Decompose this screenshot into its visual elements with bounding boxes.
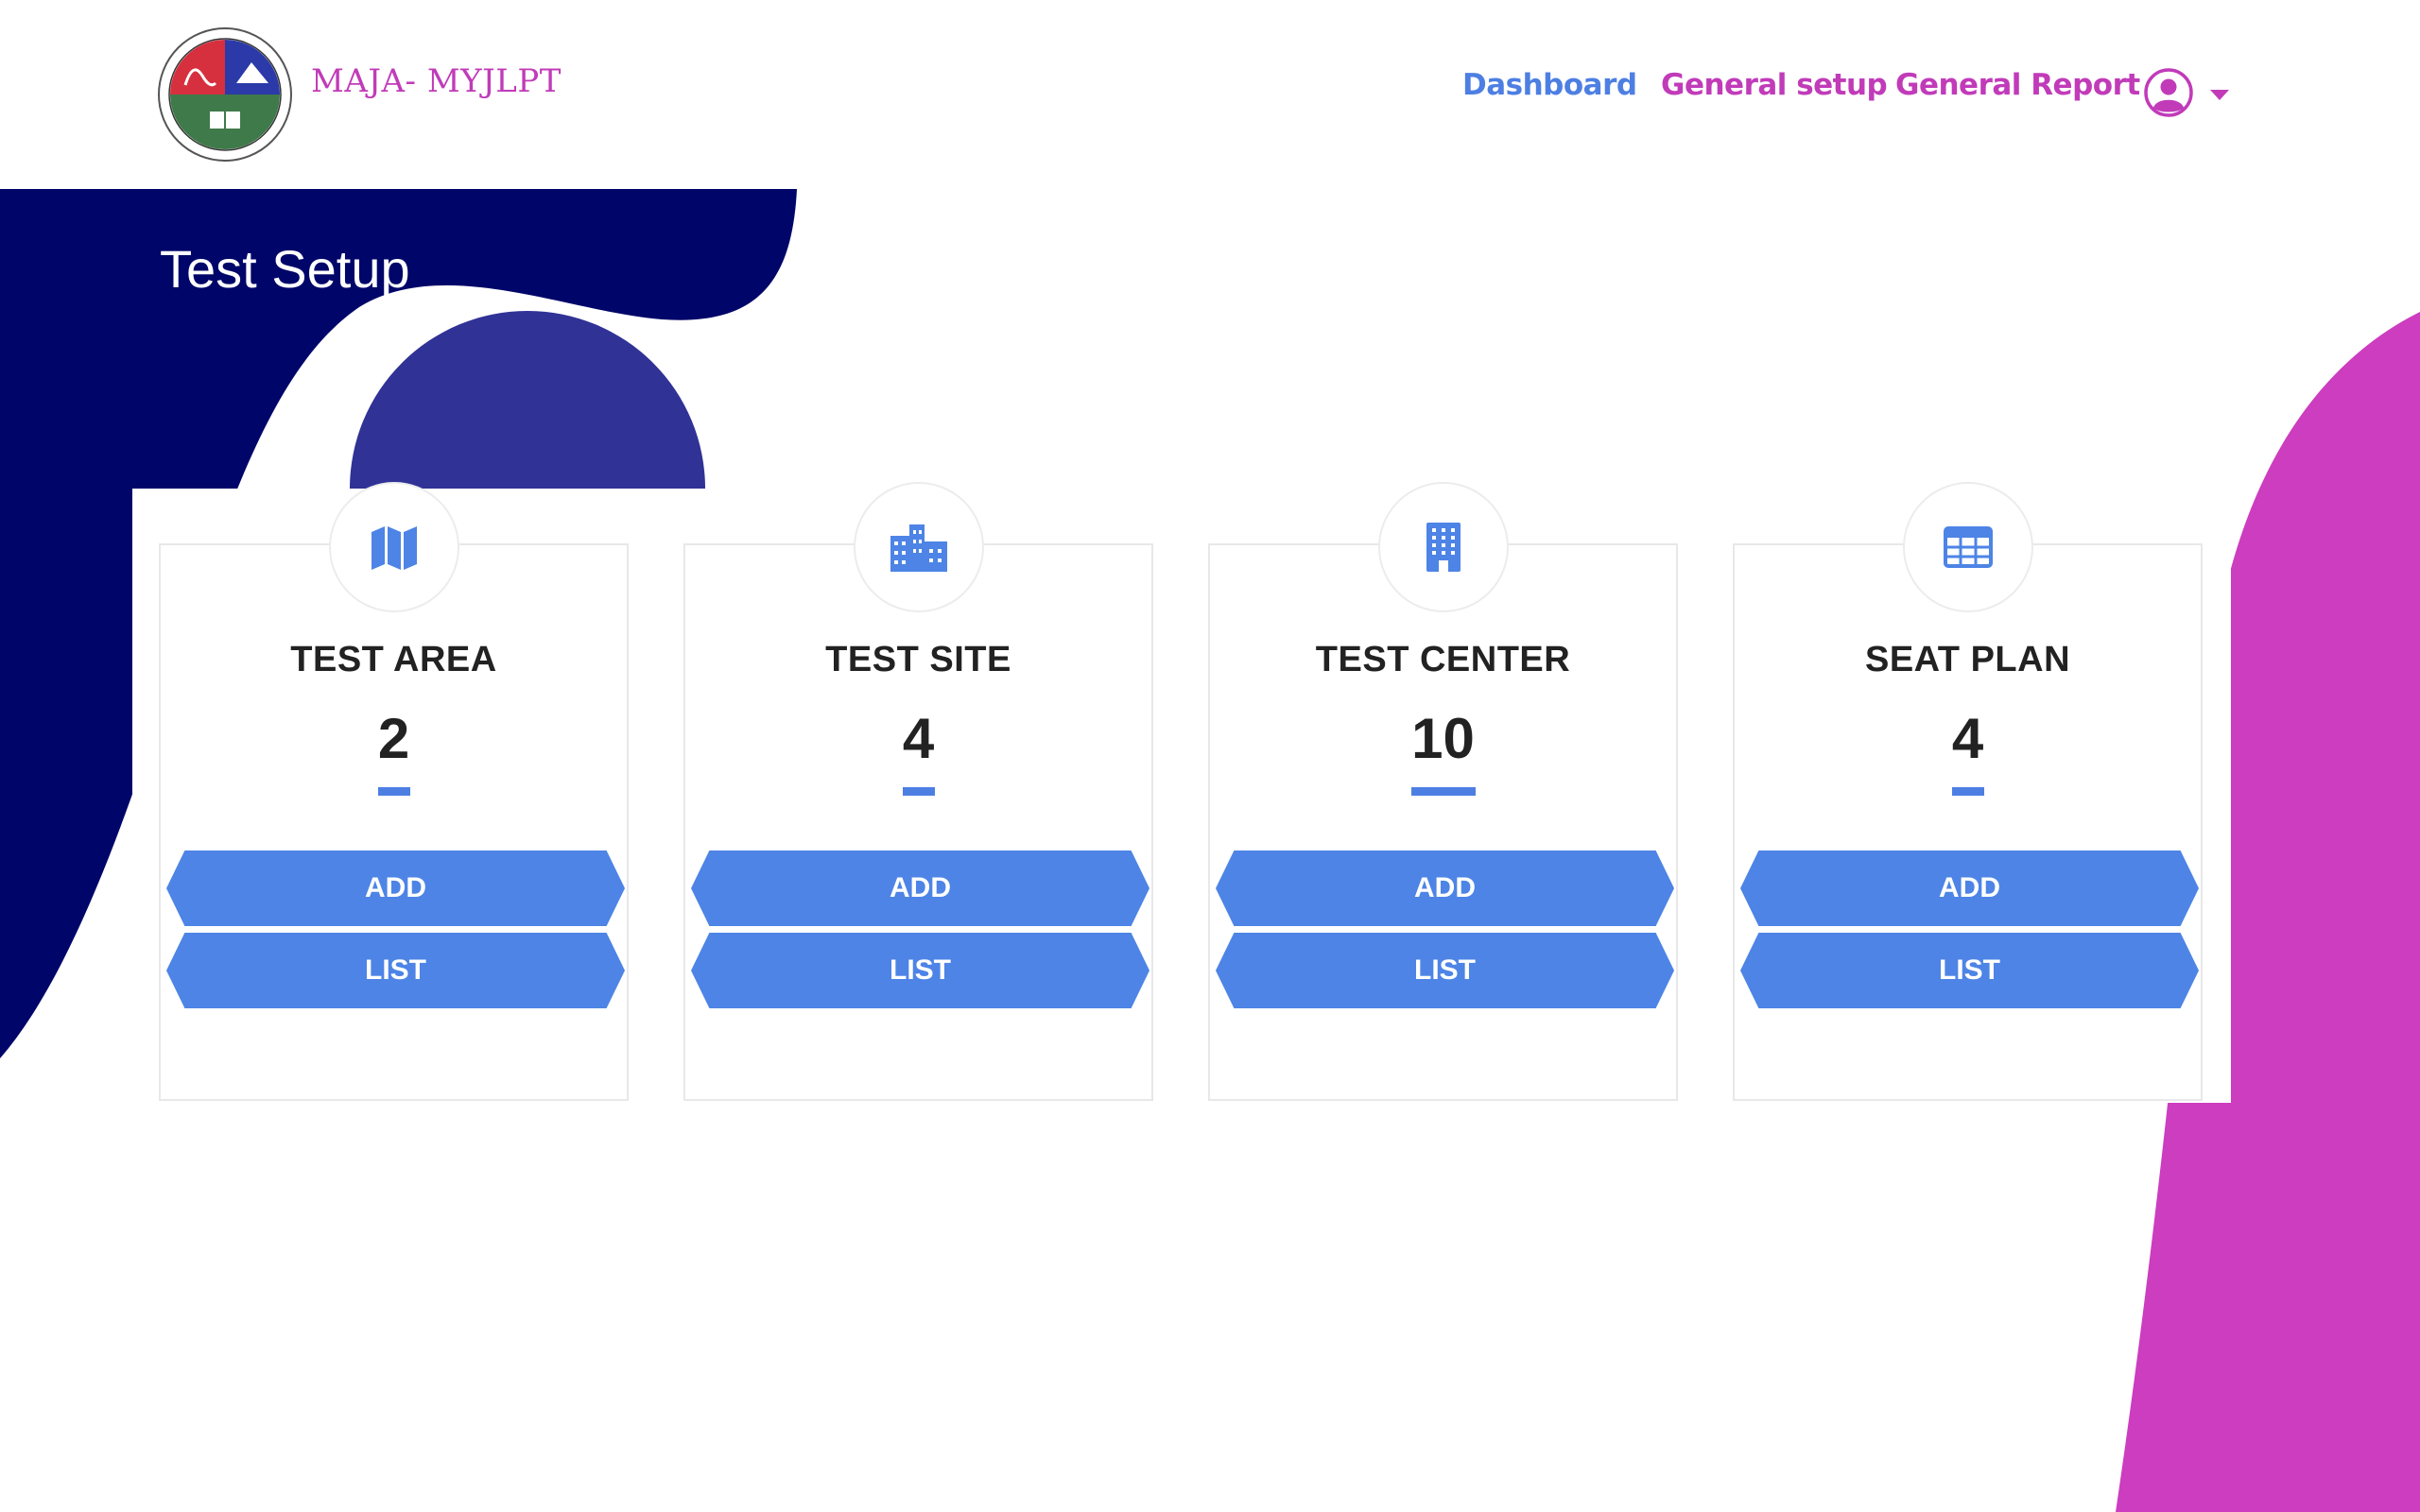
add-seat-plan-button[interactable]: ADD	[1740, 850, 2199, 926]
card-icon-circle	[328, 482, 459, 612]
card-title: SEAT PLAN	[1864, 640, 2071, 679]
nav-dashboard[interactable]: Dashboard	[1462, 68, 1637, 102]
table-grid-icon	[1943, 526, 1993, 568]
count-underline	[1951, 787, 1984, 796]
card-count: 2	[377, 707, 410, 770]
card-icon-circle	[1377, 482, 1509, 612]
list-test-site-button[interactable]: LIST	[691, 933, 1150, 1008]
building-complex-icon	[890, 524, 947, 572]
card-icon-circle	[1902, 482, 2033, 612]
map-icon	[371, 526, 417, 570]
count-underline	[902, 787, 935, 796]
card-seat-plan: SEAT PLAN 4 ADD LIST	[1733, 482, 2203, 1101]
page-title: Test Setup	[160, 239, 410, 299]
chevron-down-icon	[2210, 90, 2229, 100]
card-count: 4	[1951, 707, 1984, 770]
card-test-site: TEST SITE 4 ADD LIST	[683, 482, 1153, 1101]
add-test-center-button[interactable]: ADD	[1216, 850, 1674, 926]
building-icon	[1426, 523, 1461, 572]
nav-general-setup[interactable]: General setup	[1661, 68, 1888, 102]
maja-logo[interactable]	[157, 26, 293, 163]
card-test-center: TEST CENTER 10 ADD LIST	[1208, 482, 1678, 1101]
user-avatar-icon	[2144, 68, 2193, 117]
card-title: TEST AREA	[290, 640, 497, 679]
card-test-area: TEST AREA 2 ADD LIST	[159, 482, 629, 1101]
add-test-area-button[interactable]: ADD	[166, 850, 625, 926]
nav-general-report[interactable]: General Report	[1895, 68, 2140, 102]
list-test-center-button[interactable]: LIST	[1216, 933, 1674, 1008]
list-test-area-button[interactable]: LIST	[166, 933, 625, 1008]
list-seat-plan-button[interactable]: LIST	[1740, 933, 2199, 1008]
add-test-site-button[interactable]: ADD	[691, 850, 1150, 926]
count-underline	[1410, 787, 1476, 796]
top-navbar: MAJA- MYJLPT Dashboard General setup Gen…	[0, 0, 2420, 189]
card-count: 10	[1411, 707, 1475, 770]
brand-name[interactable]: MAJA- MYJLPT	[311, 62, 562, 100]
count-underline	[377, 787, 410, 796]
card-title: TEST CENTER	[1315, 640, 1571, 679]
card-count: 4	[902, 707, 935, 770]
card-title: TEST SITE	[825, 640, 1011, 679]
indigo-semicircle	[350, 311, 705, 489]
card-icon-circle	[853, 482, 984, 612]
user-menu[interactable]	[2142, 66, 2229, 121]
